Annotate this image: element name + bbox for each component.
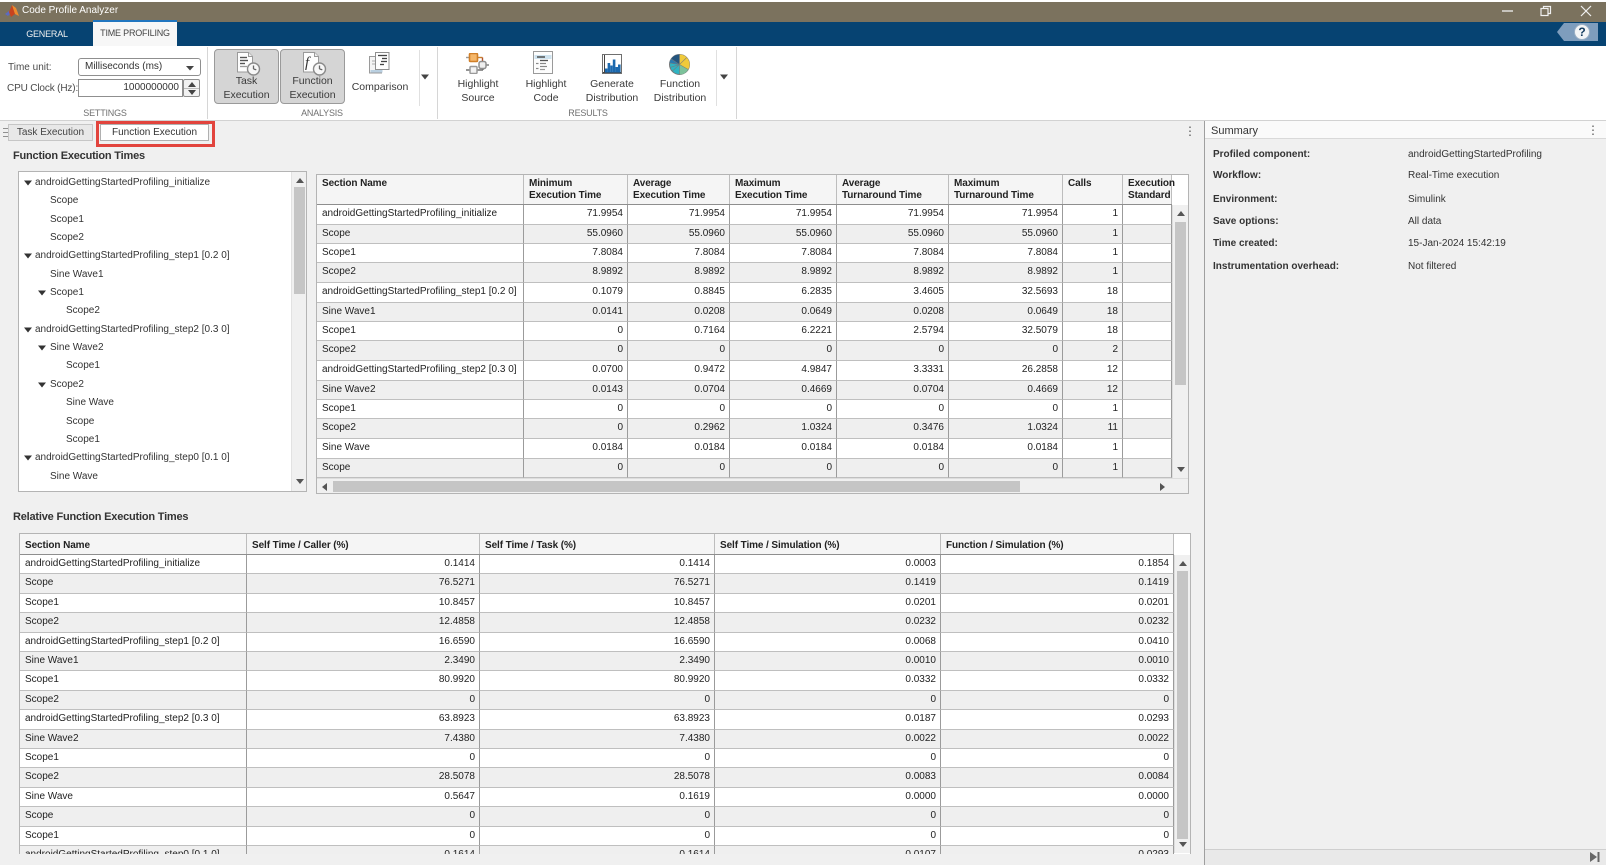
svg-text:?: ?: [1578, 25, 1585, 39]
